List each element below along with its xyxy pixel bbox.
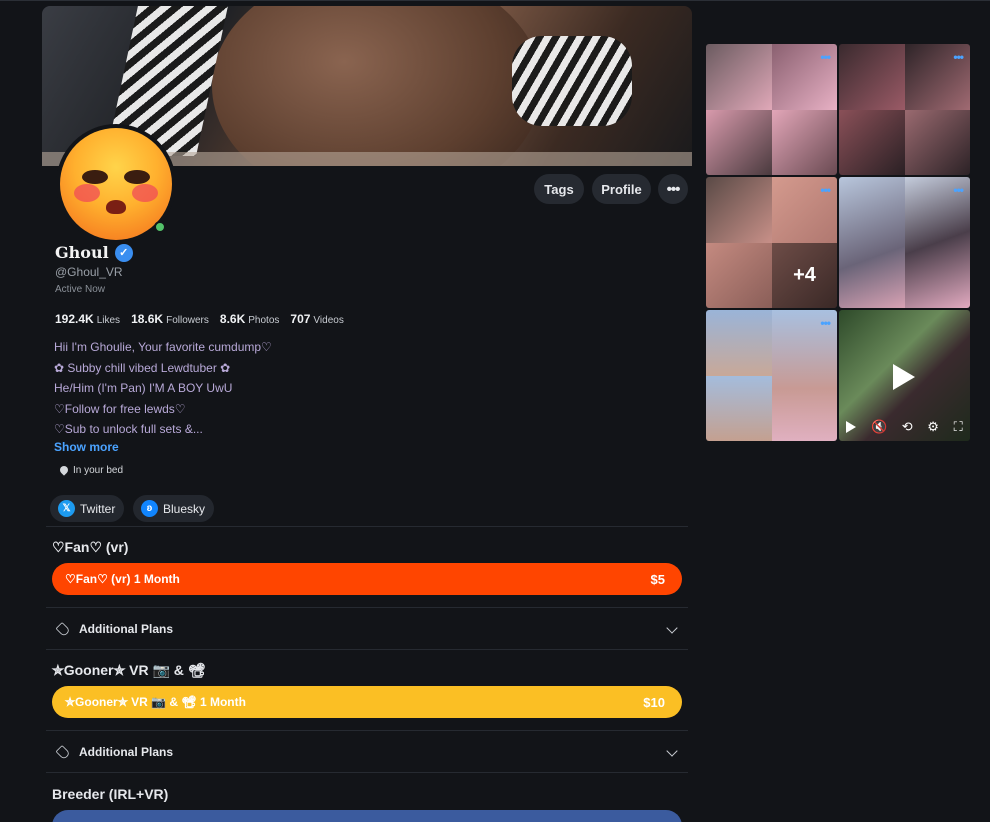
loop-icon[interactable]: ⟲ (902, 419, 913, 435)
subscribe-breeder-button[interactable] (52, 810, 682, 822)
profile-stats: 192.4K Likes 18.6K Followers 8.6K Photos 70… (55, 310, 344, 328)
gallery-tile[interactable]: ••• +4 (706, 177, 837, 308)
more-icon[interactable]: ••• (953, 183, 964, 197)
bio-line: Hii I'm Ghoulie, Your favorite cumdump♡ (54, 340, 272, 354)
gallery-tile[interactable]: ••• (839, 177, 970, 308)
divider (46, 526, 688, 527)
more-options-button[interactable]: ••• (658, 174, 688, 204)
name-row: Ghoul ✓ (55, 243, 133, 262)
settings-icon[interactable]: ⚙ (927, 419, 939, 435)
more-icon[interactable]: ••• (953, 50, 964, 64)
plan-label: ✮Gooner✮ VR 📷 & 📽 1 Month (65, 695, 246, 709)
plan-price: $5 (650, 571, 665, 587)
verified-icon: ✓ (114, 243, 133, 262)
bio-line: ♡Follow for free lewds♡ (54, 401, 186, 416)
play-icon[interactable] (846, 421, 857, 433)
username-handle: @Ghoul_VR (55, 265, 123, 279)
more-icon[interactable]: ••• (820, 183, 831, 197)
divider (46, 649, 688, 650)
tag-icon (55, 621, 71, 637)
media-gallery: ••• ••• ••• +4 ••• ••• 🔇 ⟲ ⚙ ⛶ (706, 44, 970, 441)
plan-price: $10 (643, 694, 665, 710)
bio-line: He/Him (I'm Pan) I'M A BOY UwU (54, 381, 233, 396)
tag-icon (55, 744, 71, 760)
stat-videos[interactable]: 707 Videos (290, 310, 343, 328)
bio-line: ♡Sub to unlock full sets &... (54, 422, 203, 437)
profile-bio: Hii I'm Ghoulie, Your favorite cumdump♡ … (54, 337, 272, 440)
additional-plans-toggle[interactable]: Additional Plans (55, 744, 680, 760)
bluesky-link[interactable]: ʚ Bluesky (133, 495, 215, 522)
show-more-link[interactable]: Show more (54, 440, 119, 454)
chevron-down-icon (666, 622, 678, 634)
mute-icon[interactable]: 🔇 (871, 419, 887, 435)
video-tile[interactable]: 🔇 ⟲ ⚙ ⛶ (839, 310, 970, 441)
more-media-count[interactable]: +4 (772, 243, 837, 308)
more-icon[interactable]: ••• (820, 316, 831, 330)
profile-column: Tags Profile ••• Ghoul ✓ @Ghoul_VR Activ… (42, 6, 692, 822)
display-name: Ghoul (55, 243, 109, 262)
location-pin-icon (60, 466, 68, 476)
chevron-down-icon (666, 745, 678, 757)
gallery-tile[interactable]: ••• (839, 44, 970, 175)
location-text: In your bed (73, 465, 124, 476)
divider (46, 772, 688, 773)
butterfly-icon: ʚ (141, 500, 158, 517)
video-controls: 🔇 ⟲ ⚙ ⛶ (839, 413, 970, 441)
twitter-link[interactable]: 𝕏 Twitter (50, 495, 125, 522)
activity-status: Active Now (55, 284, 106, 295)
gallery-tile[interactable]: ••• (706, 44, 837, 175)
subscribe-gooner-button[interactable]: ✮Gooner✮ VR 📷 & 📽 1 Month $10 (52, 686, 682, 718)
gallery-tile[interactable]: ••• (706, 310, 837, 441)
tier-title-breeder: Breeder (IRL+VR) (52, 786, 169, 802)
stat-followers[interactable]: 18.6K Followers (131, 310, 209, 328)
x-icon: 𝕏 (58, 500, 75, 517)
more-icon[interactable]: ••• (820, 50, 831, 64)
online-status-dot (154, 221, 166, 233)
top-divider (0, 0, 990, 1)
tier-title-fan: ♡Fan♡ (vr) (52, 539, 129, 555)
subscribe-fan-button[interactable]: ♡Fan♡ (vr) 1 Month $5 (52, 563, 682, 595)
tier-title-gooner: ✮Gooner✮ VR 📷 & 📽 (52, 662, 206, 678)
bio-line: ✿ Subby chill vibed Lewdtuber ✿ (54, 360, 231, 375)
additional-plans-label: Additional Plans (79, 745, 174, 759)
divider (46, 730, 688, 731)
location: In your bed (60, 465, 123, 476)
stat-likes: 192.4K Likes (55, 312, 121, 326)
stat-photos[interactable]: 8.6K Photos (220, 310, 280, 328)
plan-label: ♡Fan♡ (vr) 1 Month (65, 572, 180, 586)
additional-plans-toggle[interactable]: Additional Plans (55, 621, 680, 637)
fullscreen-icon[interactable]: ⛶ (954, 419, 963, 435)
tags-button[interactable]: Tags (534, 174, 584, 204)
bluesky-label: Bluesky (163, 501, 206, 516)
additional-plans-label: Additional Plans (79, 622, 174, 636)
twitter-label: Twitter (80, 501, 116, 516)
play-icon[interactable] (893, 364, 915, 390)
divider (46, 607, 688, 608)
profile-button[interactable]: Profile (592, 174, 651, 204)
